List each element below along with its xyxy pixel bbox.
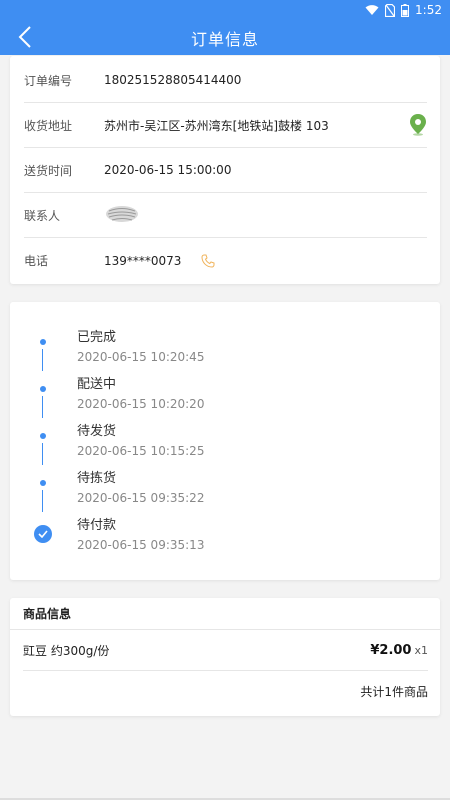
phone-row: 电话 139****0073 — [24, 238, 427, 283]
no-sim-icon — [385, 3, 396, 17]
address-label: 收货地址 — [24, 118, 73, 133]
address-row: 收货地址 苏州市-吴江区-苏州湾东[地铁站]鼓楼 103 — [24, 103, 427, 148]
map-button[interactable] — [409, 114, 427, 136]
redacted-name — [106, 205, 138, 222]
app-bar: 订单信息 — [0, 20, 450, 55]
goods-item-qty: x1 — [414, 644, 428, 657]
timeline-dot — [40, 480, 46, 486]
timeline-line — [42, 349, 43, 371]
timeline-line — [42, 396, 43, 418]
order-number-label: 订单编号 — [24, 73, 73, 88]
timeline-status: 已完成 — [77, 330, 117, 345]
timeline-dot — [40, 339, 46, 345]
timeline-time: 2020-06-15 10:20:45 — [77, 350, 205, 364]
address-value: 苏州市-吴江区-苏州湾东[地铁站]鼓楼 103 — [104, 118, 329, 133]
call-button[interactable] — [201, 254, 215, 268]
timeline-line — [42, 490, 43, 512]
timeline-status: 配送中 — [77, 377, 117, 392]
timeline-item: 待拣货 2020-06-15 09:35:22 — [10, 465, 440, 512]
timeline-status: 待拣货 — [77, 471, 117, 486]
wifi-icon — [365, 5, 379, 15]
timeline-status: 待付款 — [77, 518, 117, 533]
order-info-card: 订单编号 180251528805414400 收货地址 苏州市-吴江区-苏州湾… — [10, 56, 440, 284]
timeline-time: 2020-06-15 10:20:20 — [77, 397, 205, 411]
page-title: 订单信息 — [190, 29, 259, 49]
chevron-left-icon — [18, 26, 31, 48]
timeline-item: 待付款 2020-06-15 09:35:13 — [10, 512, 440, 559]
timeline-time: 2020-06-15 09:35:22 — [77, 491, 205, 505]
contact-value-redacted — [104, 204, 427, 227]
timeline-status: 待发货 — [77, 424, 117, 439]
timeline-item: 配送中 2020-06-15 10:20:20 — [10, 371, 440, 418]
timeline-line — [42, 443, 43, 465]
phone-label: 电话 — [24, 254, 49, 268]
goods-item-price-wrap: ¥2.00 x1 — [370, 643, 428, 658]
timeline-dot — [40, 386, 46, 392]
status-time: 1:52 — [415, 3, 442, 17]
phone-value: 139****0073 — [104, 253, 182, 268]
phone-icon — [201, 254, 215, 268]
back-button[interactable] — [12, 24, 38, 50]
goods-header: 商品信息 — [10, 598, 440, 630]
goods-total: 共计1件商品 — [360, 685, 428, 699]
map-pin-icon — [410, 114, 426, 136]
order-timeline-card: 已完成 2020-06-15 10:20:45 配送中 2020-06-15 1… — [10, 302, 440, 580]
delivery-time-label: 送货时间 — [24, 163, 73, 178]
contact-row: 联系人 — [24, 193, 427, 238]
battery-icon — [401, 3, 410, 17]
timeline-time: 2020-06-15 09:35:13 — [77, 538, 205, 552]
timeline-time: 2020-06-15 10:15:25 — [77, 444, 205, 458]
delivery-time-value: 2020-06-15 15:00:00 — [104, 163, 232, 177]
goods-item: 豇豆 约300g/份 ¥2.00 x1 — [23, 631, 428, 671]
timeline-dot — [40, 433, 46, 439]
goods-item-name: 豇豆 约300g/份 — [23, 644, 110, 658]
contact-label: 联系人 — [24, 208, 61, 223]
delivery-time-row: 送货时间 2020-06-15 15:00:00 — [24, 148, 427, 193]
goods-info-card: 商品信息 豇豆 约300g/份 ¥2.00 x1 共计1件商品 — [10, 598, 440, 716]
order-number-row: 订单编号 180251528805414400 — [24, 58, 427, 103]
order-number-value: 180251528805414400 — [104, 73, 242, 87]
timeline-item: 已完成 2020-06-15 10:20:45 — [10, 324, 440, 371]
goods-item-price: ¥2.00 — [370, 643, 412, 658]
status-bar: 1:52 — [0, 0, 450, 20]
check-circle-icon — [34, 525, 52, 543]
timeline-item: 待发货 2020-06-15 10:15:25 — [10, 418, 440, 465]
